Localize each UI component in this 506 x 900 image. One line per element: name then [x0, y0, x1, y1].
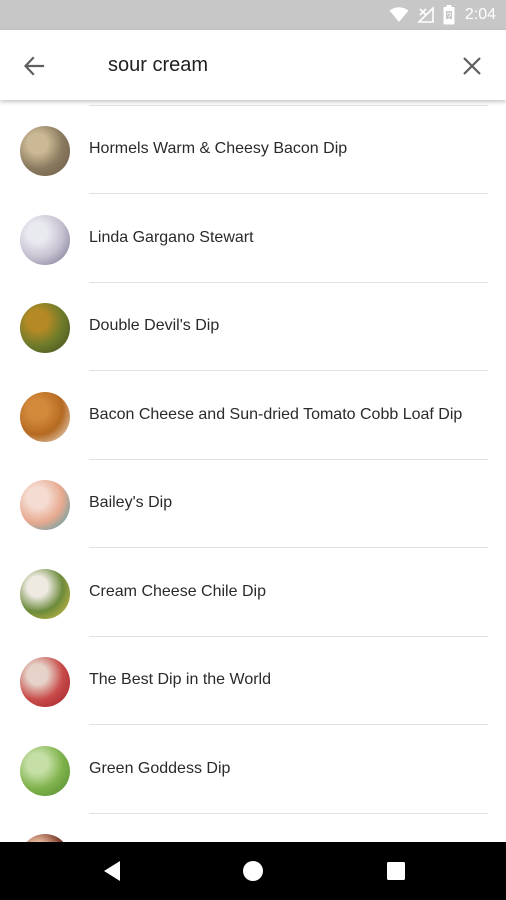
- recipe-thumbnail: [20, 480, 70, 530]
- nav-recents-icon: [387, 862, 405, 880]
- status-time: 2:04: [464, 6, 496, 23]
- recipe-result-item[interactable]: Linda Gargano Stewart: [0, 195, 506, 283]
- recipe-thumbnail: [20, 303, 70, 353]
- recipe-title: Double Devil's Dip: [89, 317, 220, 334]
- wifi-icon: [389, 7, 409, 22]
- recipe-title: Bacon Cheese and Sun-dried Tomato Cobb L…: [89, 405, 463, 423]
- nav-back-icon: [104, 861, 120, 881]
- recipe-title: Green Goddess Dip: [89, 759, 231, 777]
- search-results-list: Hormels Warm & Cheesy Bacon Dip Linda Gar…: [0, 100, 506, 842]
- recipe-title: Linda Gargano Stewart: [89, 228, 254, 246]
- battery-icon: ?: [443, 5, 455, 25]
- recipe-result-item[interactable]: The Best Dip in the World: [0, 637, 506, 725]
- recipe-thumbnail: [20, 568, 70, 619]
- nav-home-button[interactable]: [238, 856, 268, 886]
- recipe-thumbnail: [20, 745, 70, 796]
- recipe-thumbnail: [20, 834, 70, 842]
- back-button[interactable]: [18, 50, 50, 82]
- recipe-result-item[interactable]: Green Goddess Dip: [0, 726, 506, 814]
- svg-text:?: ?: [446, 11, 451, 21]
- recipe-result-item[interactable]: Hormels Warm & Cheesy Bacon Dip: [0, 106, 506, 194]
- status-bar: ? 2:04: [0, 0, 506, 30]
- recipe-result-item[interactable]: [0, 814, 506, 842]
- search-input[interactable]: [108, 48, 428, 82]
- search-toolbar: [0, 30, 506, 100]
- clear-search-button[interactable]: [456, 50, 488, 82]
- recipe-result-item[interactable]: Bacon Cheese and Sun-dried Tomato Cobb L…: [0, 372, 506, 460]
- recipe-thumbnail: [20, 214, 70, 265]
- recipe-result-item[interactable]: Bailey's Dip: [0, 460, 506, 548]
- recipe-result-item[interactable]: Double Devil's Dip: [0, 283, 506, 371]
- recipe-title: Hormels Warm & Cheesy Bacon Dip: [89, 140, 348, 157]
- recipe-title: Cream Cheese Chile Dip: [89, 582, 266, 600]
- recipe-result-item[interactable]: Cream Cheese Chile Dip: [0, 549, 506, 637]
- nav-home-icon: [243, 861, 263, 881]
- recipe-thumbnail: [20, 126, 70, 176]
- close-icon: [463, 57, 481, 75]
- recipe-title: Bailey's Dip: [89, 494, 173, 511]
- no-signal-icon: [416, 6, 434, 23]
- nav-back-button[interactable]: [97, 856, 127, 886]
- recipe-title: The Best Dip in the World: [89, 671, 272, 688]
- recipe-thumbnail: [20, 657, 70, 707]
- arrow-back-icon: [23, 56, 45, 76]
- navigation-bar: [0, 842, 506, 900]
- recipe-thumbnail: [20, 391, 70, 442]
- nav-recents-button[interactable]: [381, 856, 411, 886]
